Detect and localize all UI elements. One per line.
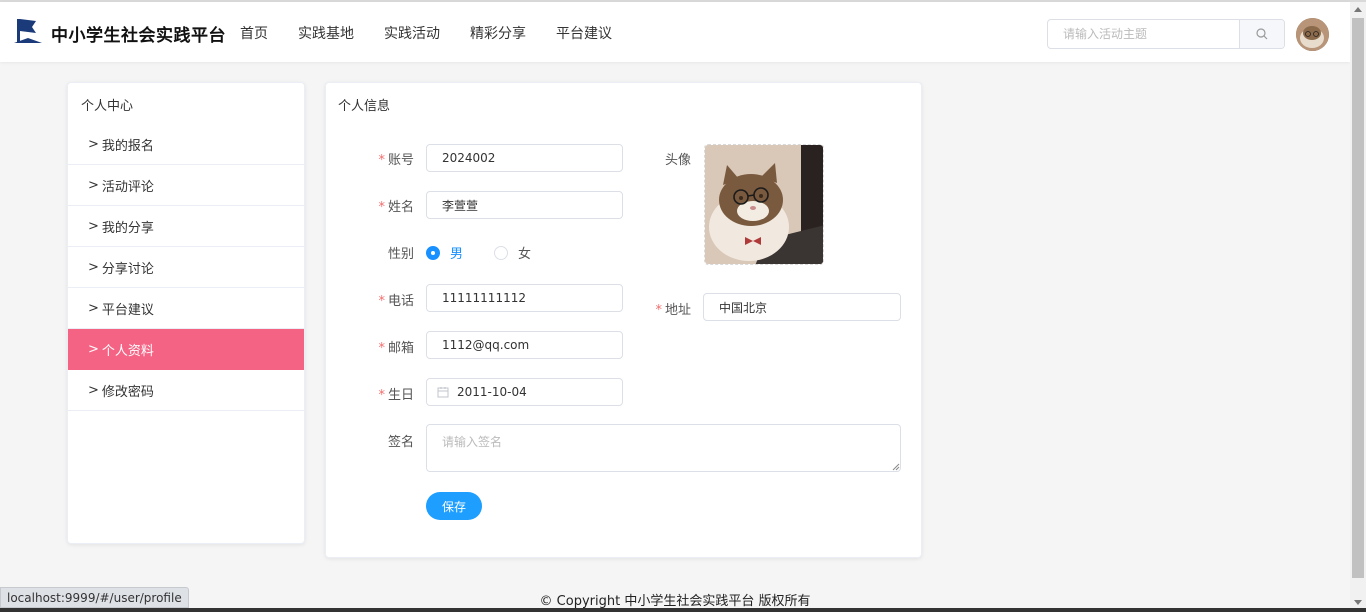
status-bar-url: localhost:9999/#/user/profile xyxy=(0,587,189,608)
email-field[interactable]: 1112@qq.com xyxy=(426,331,623,359)
sidebar-item-my-shares[interactable]: > 我的分享 xyxy=(68,206,304,247)
footer-copyright: © Copyright 中小学生社会实践平台 版权所有 xyxy=(539,594,811,609)
sidebar-item-registrations[interactable]: > 我的报名 xyxy=(68,124,304,165)
scroll-down-arrow-icon[interactable] xyxy=(1354,600,1362,605)
name-field[interactable]: 李萱萱 xyxy=(426,191,623,219)
required-mark: * xyxy=(378,341,385,356)
birthday-label: * 生日 xyxy=(378,388,414,403)
sidebar-item-change-password[interactable]: > 修改密码 xyxy=(68,370,304,411)
search-input[interactable] xyxy=(1048,20,1239,48)
resize-handle-icon[interactable] xyxy=(892,463,900,471)
signature-label: 签名 xyxy=(387,435,414,450)
sidebar-item-label: 活动评论 xyxy=(101,179,154,195)
nav-home[interactable]: 首页 xyxy=(240,23,268,43)
sidebar-item-label: 个人资料 xyxy=(101,343,154,359)
nav-bases[interactable]: 实践基地 xyxy=(298,23,354,43)
flag-logo-icon[interactable] xyxy=(14,16,42,46)
scroll-up-arrow-icon[interactable] xyxy=(1354,7,1362,12)
site-header: 中小学生社会实践平台 首页 实践基地 实践活动 精彩分享 平台建议 xyxy=(0,2,1350,62)
account-field[interactable]: 2024002 xyxy=(426,144,623,172)
sidebar-menu: > 我的报名 > 活动评论 > 我的分享 > 分享讨论 > 平台建议 > 个人资料 > 修改密… xyxy=(68,124,304,411)
sidebar-title: 个人中心 xyxy=(81,99,134,114)
cat-avatar-image xyxy=(1296,18,1329,51)
signature-textarea[interactable] xyxy=(426,424,901,472)
required-mark: * xyxy=(378,200,385,215)
chevron-right-icon: > xyxy=(88,218,99,234)
chevron-right-icon: > xyxy=(88,382,99,398)
save-button[interactable]: 保存 xyxy=(426,492,482,520)
search-box xyxy=(1047,19,1285,49)
page-scrollbar[interactable] xyxy=(1350,2,1366,612)
birthday-value: 2011-10-04 xyxy=(457,385,527,399)
cat-photo-image xyxy=(705,145,823,264)
user-avatar[interactable] xyxy=(1296,18,1329,51)
chevron-right-icon: > xyxy=(88,341,99,357)
main-nav: 首页 实践基地 实践活动 精彩分享 平台建议 xyxy=(240,23,642,43)
radio-checked-icon xyxy=(426,245,440,260)
search-button[interactable] xyxy=(1239,20,1284,48)
chevron-right-icon: > xyxy=(88,259,99,275)
chevron-right-icon: > xyxy=(88,300,99,316)
avatar-label: 头像 xyxy=(664,153,691,168)
sidebar-item-share-discussion[interactable]: > 分享讨论 xyxy=(68,247,304,288)
required-mark: * xyxy=(378,294,385,309)
gender-female-radio[interactable]: 女 xyxy=(494,243,531,262)
sidebar-item-label: 我的分享 xyxy=(101,220,154,236)
address-field[interactable]: 中国北京 xyxy=(703,293,901,321)
birthday-date-picker[interactable]: 2011-10-04 xyxy=(426,378,623,406)
sidebar-item-label: 分享讨论 xyxy=(101,261,154,277)
email-label: * 邮箱 xyxy=(378,341,414,356)
gender-male-radio[interactable]: 男 xyxy=(426,243,463,262)
required-mark: * xyxy=(378,153,385,168)
site-brand[interactable]: 中小学生社会实践平台 xyxy=(51,21,226,46)
name-label: * 姓名 xyxy=(378,200,414,215)
account-label: * 账号 xyxy=(378,153,414,168)
phone-label: * 电话 xyxy=(378,294,414,309)
chevron-right-icon: > xyxy=(88,177,99,193)
gender-label: 性别 xyxy=(387,247,414,262)
sidebar-item-suggestions[interactable]: > 平台建议 xyxy=(68,288,304,329)
address-label: * 地址 xyxy=(655,303,691,318)
scrollbar-thumb[interactable] xyxy=(1352,18,1364,578)
sidebar-item-label: 平台建议 xyxy=(101,302,154,318)
calendar-icon xyxy=(437,387,449,398)
sidebar-item-comments[interactable]: > 活动评论 xyxy=(68,165,304,206)
panel-title: 个人信息 xyxy=(338,99,391,114)
user-center-sidebar: 个人中心 > 我的报名 > 活动评论 > 我的分享 > 分享讨论 > 平台建议 > 个人资料… xyxy=(67,82,305,544)
required-mark: * xyxy=(655,303,662,318)
phone-field[interactable]: 11111111112 xyxy=(426,284,623,312)
search-icon xyxy=(1256,28,1268,40)
required-mark: * xyxy=(378,388,385,403)
sidebar-item-label: 修改密码 xyxy=(101,384,154,400)
avatar-upload[interactable] xyxy=(704,144,824,265)
sidebar-item-profile[interactable]: > 个人资料 xyxy=(68,329,304,370)
nav-suggestions[interactable]: 平台建议 xyxy=(556,23,612,43)
radio-unchecked-icon xyxy=(494,245,508,260)
bottom-border xyxy=(0,608,1366,612)
nav-shares[interactable]: 精彩分享 xyxy=(470,23,526,43)
sidebar-item-label: 我的报名 xyxy=(101,138,154,154)
nav-activities[interactable]: 实践活动 xyxy=(384,23,440,43)
profile-panel: 个人信息 * 账号 2024002 * 姓名 李萱萱 性别 男 女 头像 * 电话 1… xyxy=(325,82,922,558)
chevron-right-icon: > xyxy=(88,136,99,152)
